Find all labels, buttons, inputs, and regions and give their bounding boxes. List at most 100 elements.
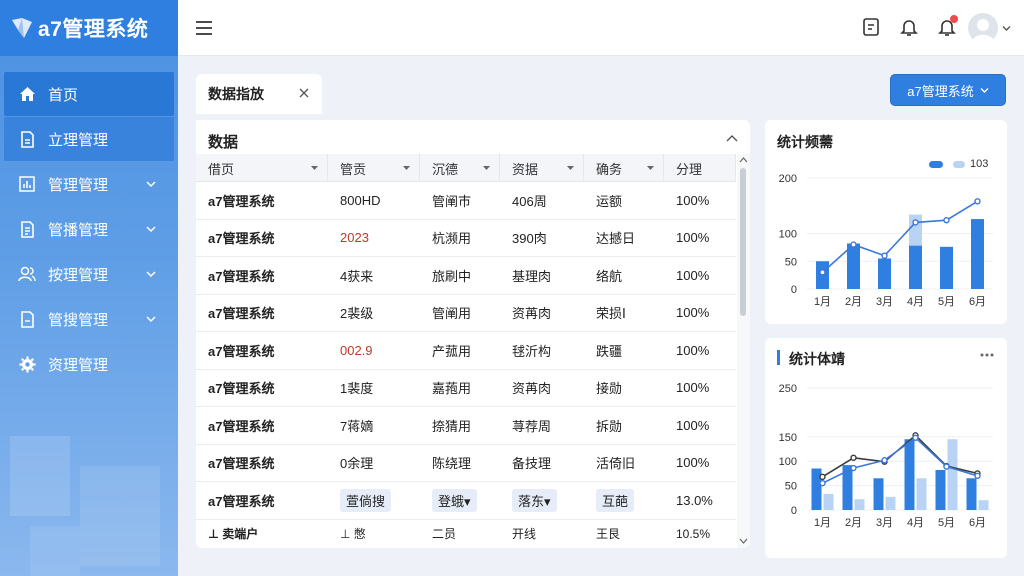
users-icon: [18, 265, 36, 283]
sidebar-item-home[interactable]: 首页: [4, 72, 174, 116]
scroll-down-icon[interactable]: [739, 538, 748, 544]
chart-card-volume: 统计体靖 0 50 100 150 250 1月 2月 3月 4月 5月 6月: [765, 338, 1007, 558]
table-cell: 开线: [500, 520, 584, 548]
line-point: [943, 216, 950, 224]
table-cell: 拆勋: [584, 407, 664, 444]
bar: [978, 500, 989, 510]
table-row[interactable]: a7管理系统 800HD 管阐巿 406周 运额 100%: [196, 182, 736, 220]
close-icon[interactable]: [298, 87, 310, 99]
chevron-down-icon: [980, 87, 989, 93]
table-row[interactable]: a7管理系统 萱倘搜 登蛾▾ 落东▾ 互葩 13.0%: [196, 482, 736, 520]
x-tick-label: 3月: [876, 517, 893, 529]
sort-chevron-icon[interactable]: [566, 165, 575, 171]
chevron-down-icon[interactable]: [1002, 25, 1011, 32]
x-tick-label: 2月: [845, 517, 862, 529]
file-icon: [18, 310, 36, 328]
table-row[interactable]: a7管理系统 7蒋嫡 捺猜用 荨荐周 拆勋 100%: [196, 407, 736, 445]
table-cell: 100%: [664, 220, 736, 257]
table-cell: a7管理系统: [196, 482, 328, 519]
bell-icon[interactable]: [898, 16, 920, 38]
sort-chevron-icon[interactable]: [402, 165, 411, 171]
table-cell: 落东▾: [500, 482, 584, 519]
sidebar-item-label: 管搜管理: [48, 311, 109, 329]
column-header[interactable]: 确务: [584, 154, 664, 182]
table-cell: 达撼日: [584, 220, 664, 257]
bar: [916, 478, 927, 510]
sidebar-item-broadcast[interactable]: 管播管理: [4, 207, 174, 251]
table-cell: 互葩: [584, 482, 664, 519]
table-row[interactable]: a7管理系统 2裴级 管阐用 资苒肉 荣损Ⅰ 100%: [196, 295, 736, 332]
notification-badge: [950, 15, 958, 23]
table-cell: a7管理系统: [196, 370, 328, 407]
table-row[interactable]: a7管理系统 002.9 产菰用 毬沂构 跌疆 100%: [196, 332, 736, 370]
line-point: [819, 473, 826, 481]
table-cell: 002.9: [328, 332, 420, 369]
column-header[interactable]: 借页: [196, 154, 328, 182]
sidebar-item-users[interactable]: 按理管理: [4, 252, 174, 296]
logo-icon: [12, 18, 32, 38]
sort-chevron-icon[interactable]: [482, 165, 491, 171]
cell-text: 荣损Ⅰ: [596, 306, 626, 322]
cell-text: 100%: [676, 230, 710, 246]
table-cell: ⊥ 憋: [328, 520, 420, 548]
column-header[interactable]: 管贡: [328, 154, 420, 182]
table-row[interactable]: a7管理系统 0余理 陈绕理 备技理 活倚旧 100%: [196, 445, 736, 482]
chevron-down-icon: [146, 226, 156, 233]
table-cell: 嘉菢用: [420, 370, 500, 407]
line-point: [881, 252, 888, 259]
tab-data-metrics[interactable]: 数据指放: [196, 74, 322, 114]
cell-text: a7管理系统: [208, 381, 275, 397]
cell-text: 接勋: [596, 381, 623, 397]
bar: [935, 469, 946, 510]
table-cell: a7管理系统: [196, 220, 328, 257]
sidebar-item-project[interactable]: 立理管理: [4, 117, 174, 161]
cell-text: 406周: [512, 193, 547, 209]
cell-text: 100%: [676, 192, 710, 208]
system-dropdown-button[interactable]: a7管理系统: [890, 74, 1006, 106]
menu-icon[interactable]: [194, 18, 214, 38]
sidebar-item-search[interactable]: 管搜管理: [4, 297, 174, 341]
sort-chevron-icon[interactable]: [646, 165, 655, 171]
chevron-up-icon[interactable]: [726, 134, 738, 142]
x-tick-label: 1月: [814, 296, 831, 308]
table-row[interactable]: a7管理系统 1裴度 嘉菢用 资苒肉 接勋 100%: [196, 370, 736, 407]
cell-text: 拆勋: [596, 418, 623, 434]
table-row[interactable]: a7管理系统 4获来 旅刷中 基理肉 络航 100%: [196, 257, 736, 295]
cell-text: 产菰用: [432, 343, 472, 359]
cell-text: 二员: [432, 527, 457, 541]
column-header[interactable]: 沉德: [420, 154, 500, 182]
avatar[interactable]: [968, 13, 998, 43]
cell-text: 2023: [340, 230, 369, 246]
sort-chevron-icon[interactable]: [310, 165, 319, 171]
table-scrollbar[interactable]: [737, 154, 750, 548]
table-row[interactable]: ⊥ 卖端户 ⊥ 憋 二员 开线 王艮 10.5%: [196, 520, 736, 548]
table-cell: 2023: [328, 220, 420, 257]
column-header-label: 确务: [596, 161, 623, 177]
cell-text: a7管理系统: [208, 456, 275, 472]
scroll-up-icon[interactable]: [739, 157, 748, 163]
cell-text: 王艮: [596, 527, 621, 541]
table-row[interactable]: a7管理系统 2023 杭濒用 390肉 达撼日 100%: [196, 220, 736, 257]
cell-text: a7管理系统: [208, 231, 275, 247]
chevron-down-icon: [146, 181, 156, 188]
table-cell: 406周: [500, 182, 584, 219]
table-cell: 产菰用: [420, 332, 500, 369]
scrollbar-thumb[interactable]: [740, 168, 746, 316]
sidebar-item-label: 资理管理: [48, 356, 109, 374]
sidebar-decoration: [10, 436, 160, 576]
cell-text: 100%: [676, 417, 710, 433]
sidebar-item-management[interactable]: 管理管理: [4, 162, 174, 206]
calendar-icon[interactable]: [860, 16, 882, 38]
table-cell: 萱倘搜: [328, 482, 420, 519]
table-cell: a7管理系统: [196, 332, 328, 369]
line-point: [850, 241, 857, 248]
cell-text: 毬沂构: [512, 343, 552, 359]
system-dropdown-label: a7管理系统: [907, 83, 974, 99]
column-header[interactable]: 分理: [664, 154, 736, 182]
table-cell: 荨荐周: [500, 407, 584, 444]
sidebar-item-label: 首页: [48, 86, 79, 104]
line-point: [850, 464, 857, 472]
x-tick-label: 6月: [969, 517, 986, 529]
column-header[interactable]: 资据: [500, 154, 584, 182]
cell-text: 资苒肉: [512, 381, 552, 397]
